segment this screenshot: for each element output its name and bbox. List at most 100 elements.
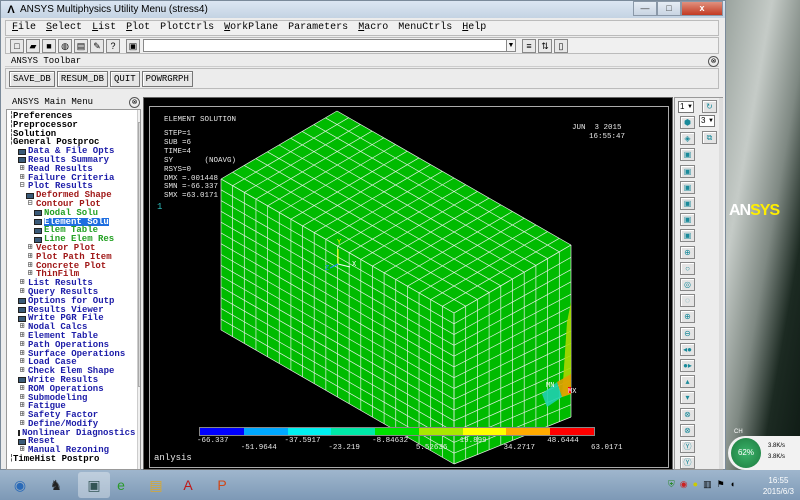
taskbar-start-icon[interactable]: ◉ <box>4 472 36 498</box>
menu-lot[interactable]: Plot <box>126 21 150 35</box>
window-number-select[interactable]: 1 ▼ <box>678 101 694 113</box>
left-view-icon[interactable]: ▣ <box>680 213 695 227</box>
collapse-icon[interactable]: ⊟ <box>18 182 26 191</box>
expand-icon[interactable]: ⊞ <box>18 287 26 297</box>
isometric-view-icon[interactable]: ⬢ <box>680 116 695 129</box>
powrgrph-button[interactable]: POWRGRPH <box>141 70 193 87</box>
command-history-dropdown[interactable]: ▼ <box>506 39 516 52</box>
oblique-view-icon[interactable]: ◈ <box>680 132 695 146</box>
rotate-y-icon[interactable]: Ⓨ <box>680 440 695 453</box>
dynamic-mode-icon[interactable]: ⧉ <box>702 131 717 144</box>
command-tool-a-icon[interactable]: ≡ <box>522 38 536 53</box>
network-monitor-widget[interactable]: 62% 3.8K/s 3.8K/s CH <box>728 429 800 470</box>
clock-time: 16:55 <box>768 476 789 485</box>
taskbar-acrobat-icon[interactable]: A <box>172 472 204 498</box>
memory-percent: 62% <box>731 438 761 468</box>
menu-bar: File Select List Plot PlotCtrls WorkPlane Para… <box>5 20 719 36</box>
report-icon[interactable]: ◍ <box>58 38 72 53</box>
save-db-button[interactable]: SAVE_DB <box>9 70 55 87</box>
menu-orkplane[interactable]: WorkPlane <box>224 21 278 35</box>
zoom-icon[interactable]: ⊕ <box>680 245 695 259</box>
pan-up-icon[interactable]: ▴ <box>680 375 695 389</box>
maximize-button[interactable]: □ <box>657 1 681 16</box>
legend-color-band <box>331 428 376 435</box>
quit-button[interactable]: QUIT <box>110 70 140 87</box>
solution-info-line: SMX =63.0171 <box>164 192 219 201</box>
menu-ist[interactable]: List <box>92 21 116 35</box>
taskbar-qq-icon[interactable]: ♞ <box>40 472 72 498</box>
close-button[interactable]: x <box>681 1 723 16</box>
app-tray-icon[interactable]: ● <box>693 479 698 490</box>
menu-elp[interactable]: Help <box>462 21 486 35</box>
clock[interactable]: 16:55 2015/6/3 <box>763 475 794 497</box>
graphics-window[interactable]: MN MX Y X Z 1 ELEMENT SOLUTION STEP=1 SUB =6 T… <box>143 97 780 470</box>
logo-part-b: SYS <box>750 202 780 219</box>
menu-ile[interactable]: File <box>12 21 36 35</box>
print-icon[interactable]: ▤ <box>74 38 88 53</box>
rotate-y-neg-icon[interactable]: Ⓨ <box>680 456 695 470</box>
view-toolbar-scrollbar[interactable] <box>719 98 723 469</box>
open-folder-icon[interactable]: ▰ <box>26 38 40 53</box>
menu-label: PlotCtrls <box>160 22 215 33</box>
standard-toolbar: □ ▰ ■ ◍ ▤ ✎? ▣ ▼ ≡ ⇅ ▯ <box>5 37 719 54</box>
menu-tree-item[interactable]: ¦ TimeHist Postpro <box>9 454 134 464</box>
legend-color-band <box>418 428 464 435</box>
menu-menuctrls[interactable]: MenuCtrls <box>398 21 452 35</box>
legend-value: -51.9644 <box>240 444 277 452</box>
menu-plotctrls[interactable]: PlotCtrls <box>160 21 214 35</box>
ansys-logo: ANSYS <box>729 202 780 220</box>
antivirus-icon[interactable]: ◉ <box>680 479 688 490</box>
taskbar-powerpoint-icon[interactable]: P <box>206 472 238 498</box>
taskbar-explorer-icon[interactable]: ▤ <box>140 472 172 498</box>
menu-label: orkPlane <box>230 22 279 33</box>
dialog-icon <box>34 210 42 217</box>
pan-left-icon[interactable]: ◂● <box>680 342 695 356</box>
network-icon[interactable]: ▥ <box>703 479 712 490</box>
legend-color-band <box>200 428 245 435</box>
resum-db-button[interactable]: RESUM_DB <box>56 70 109 87</box>
zoom-out-icon[interactable]: ⊖ <box>680 326 695 340</box>
snapshot-icon[interactable]: ✎ <box>90 38 104 53</box>
help-hint-icon[interactable]: ? <box>106 38 120 53</box>
new-file-icon[interactable]: □ <box>10 38 24 53</box>
view-number-select[interactable]: 3 ▼ <box>699 115 715 127</box>
pan-right-icon[interactable]: ●▸ <box>680 359 695 372</box>
menu-acro[interactable]: Macro <box>358 21 388 35</box>
collapse-toolbar-icon[interactable]: ⊗ <box>708 56 719 67</box>
pan-down-icon[interactable]: ▾ <box>680 391 695 405</box>
menu-label: acro <box>364 22 389 33</box>
front-view-icon[interactable]: ▣ <box>680 148 695 162</box>
win-zoom-icon[interactable]: ◎ <box>680 278 695 291</box>
ime-indicator[interactable]: CH <box>734 429 743 435</box>
action-center-icon[interactable]: ⚑ <box>717 479 725 490</box>
volume-icon[interactable]: ◖ <box>730 479 735 490</box>
shield-icon[interactable]: ⛨ <box>668 479 675 490</box>
collapse-main-menu-icon[interactable]: ⊗ <box>129 97 140 108</box>
taskbar-ie-icon[interactable]: e <box>105 472 137 498</box>
minimize-button[interactable]: — <box>633 1 657 16</box>
top-view-icon[interactable]: ▣ <box>680 180 695 194</box>
command-input[interactable] <box>143 39 508 52</box>
collapse-icon[interactable]: ⊟ <box>26 199 34 209</box>
rotate-x-neg-icon[interactable]: ⊗ <box>680 423 695 437</box>
save-icon[interactable]: ■ <box>42 38 56 53</box>
tree-scrollbar-thumb[interactable] <box>138 122 140 387</box>
zoom-in-icon[interactable]: ⊕ <box>680 310 695 324</box>
menu-parameters[interactable]: Parameters <box>288 21 348 35</box>
back-view-icon[interactable]: ▣ <box>680 164 695 178</box>
bottom-view-icon[interactable]: ▣ <box>680 197 695 210</box>
box-zoom-icon[interactable]: ○ <box>680 261 695 275</box>
back-up-zoom-icon[interactable]: ◌ <box>680 294 695 308</box>
ansys-utility-window: Λ ANSYS Multiphysics Utility Menu (stres… <box>0 0 780 486</box>
command-tool-c-icon[interactable]: ▯ <box>554 38 568 53</box>
command-picker-icon[interactable]: ▣ <box>126 38 140 53</box>
replot-icon[interactable]: ↻ <box>702 100 717 113</box>
expand-icon[interactable]: ⊞ <box>18 366 26 376</box>
rotate-x-icon[interactable]: ⊗ <box>680 407 695 421</box>
ansys-toolbar: SAVE_DB RESUM_DB QUIT POWRGRPH <box>5 68 719 89</box>
command-tool-b-icon[interactable]: ⇅ <box>538 38 552 53</box>
plot-title: ELEMENT SOLUTION <box>164 116 237 124</box>
right-view-icon[interactable]: ▣ <box>680 229 695 243</box>
menu-elect[interactable]: Select <box>46 21 82 35</box>
ansys-logo-icon: Λ <box>7 3 15 16</box>
